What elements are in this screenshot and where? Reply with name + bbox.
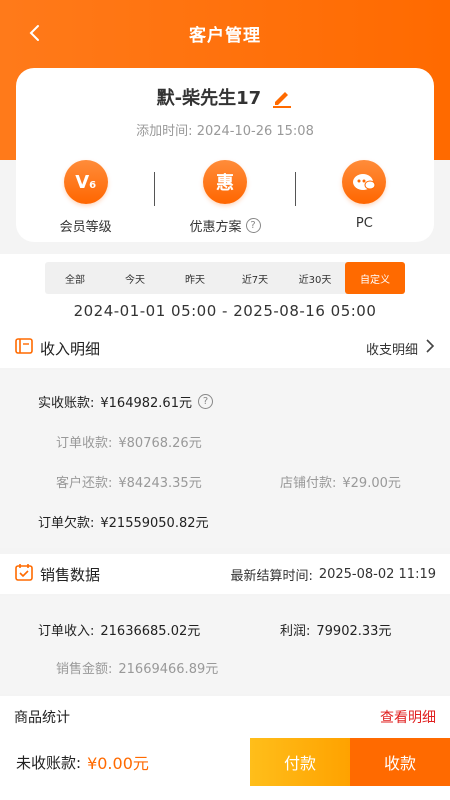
profit-value: 79902.33元 [316, 624, 392, 639]
unpaid-summary: 未收账款: ¥0.00元 [0, 750, 250, 774]
order-income-value: 21636685.02元 [100, 624, 201, 639]
order-arrears-row: 订单欠款: ¥21559050.82元 [38, 512, 209, 531]
settle-time-value: 2025-08-02 11:19 [318, 566, 436, 582]
sales-amount-label: 销售金额: [56, 662, 113, 677]
back-arrow-icon[interactable] [24, 22, 46, 44]
income-doc-icon [14, 336, 34, 360]
actual-receipt-row: 实收账款: ¥164982.61元 ? [38, 392, 213, 411]
help-icon[interactable]: ? [197, 394, 213, 409]
goods-stats-title: 商品统计 [14, 710, 70, 726]
collect-button[interactable]: 收款 [350, 738, 450, 786]
divider [295, 172, 296, 206]
added-time-value: 2024-10-26 15:08 [196, 124, 314, 139]
chevron-right-icon [424, 338, 436, 358]
order-income-row: 订单收入: 21636685.02元 [38, 620, 200, 639]
actual-receipt-label: 实收账款: [38, 396, 95, 411]
tab-all[interactable]: 全部 [45, 262, 105, 294]
settle-time-row: 最新结算时间: 2025-08-02 11:19 [230, 565, 436, 584]
tab-7days[interactable]: 近7天 [225, 262, 285, 294]
customer-name: 默-柴先生17 [156, 88, 262, 109]
order-arrears-label: 订单欠款: [38, 516, 95, 531]
sales-title: 销售数据 [40, 565, 101, 584]
divider [154, 172, 155, 206]
discount-plan-label: 优惠方案 [189, 220, 242, 235]
repayment-label: 客户还款: [56, 476, 113, 491]
pc-avatar[interactable]: PC [295, 160, 434, 235]
tab-custom[interactable]: 自定义 [345, 262, 405, 294]
goods-stats-row: 商品统计 查看明细 [0, 696, 450, 738]
order-receipt-label: 订单收款: [56, 436, 113, 451]
store-payment-label: 店铺付款: [280, 476, 337, 491]
vip-level-icon: V6 [63, 160, 108, 204]
income-detail-link-label: 收支明细 [365, 342, 418, 358]
store-payment-row: 店铺付款: ¥29.00元 [280, 472, 401, 491]
order-arrears-value: ¥21559050.82元 [100, 516, 209, 531]
discount-plan-label-row: 优惠方案 ? [189, 216, 261, 235]
pc-label: PC [355, 216, 373, 231]
home-indicator [0, 786, 450, 800]
profit-label: 利润: [280, 624, 311, 639]
page-title: 客户管理 [189, 25, 261, 46]
repayment-value: ¥84243.35元 [118, 476, 202, 491]
edit-pencil-icon[interactable] [271, 86, 293, 113]
added-time-label: 添加时间: [136, 124, 193, 139]
nav-bar: 客户管理 [0, 0, 450, 66]
settle-time-label: 最新结算时间: [230, 568, 313, 584]
customer-name-row: 默-柴先生17 [16, 84, 434, 113]
income-title: 收入明细 [40, 339, 101, 358]
order-receipt-row: 订单收款: ¥80768.26元 [56, 432, 202, 451]
pay-button[interactable]: 付款 [250, 738, 350, 786]
order-receipt-value: ¥80768.26元 [118, 436, 202, 451]
member-level-label: 会员等级 [59, 220, 112, 235]
pc-avatar-icon [342, 160, 387, 204]
repayment-row: 客户还款: ¥84243.35元 [56, 472, 202, 491]
store-payment-value: ¥29.00元 [342, 476, 401, 491]
income-panel: 实收账款: ¥164982.61元 ? 订单收款: ¥80768.26元 客户还… [0, 370, 450, 548]
sales-amount-value: 21669466.89元 [118, 662, 219, 677]
tab-30days[interactable]: 近30天 [285, 262, 345, 294]
calendar-check-icon [14, 562, 34, 586]
date-tabs: 全部 今天 昨天 近7天 近30天 自定义 [45, 262, 405, 294]
sales-header: 销售数据 最新结算时间: 2025-08-02 11:19 [0, 554, 450, 594]
added-time-row: 添加时间: 2024-10-26 15:08 [16, 120, 434, 139]
income-detail-link[interactable]: 收支明细 [366, 338, 436, 358]
sales-amount-row: 销售金额: 21669466.89元 [56, 658, 218, 677]
customer-card: 默-柴先生17 添加时间: 2024-10-26 15:08 V6 会员等级 惠… [16, 68, 434, 242]
profit-row: 利润: 79902.33元 [280, 620, 391, 639]
order-income-label: 订单收入: [38, 624, 95, 639]
income-header: 收入明细 收支明细 [0, 328, 450, 368]
bottom-bar: 未收账款: ¥0.00元 付款 收款 [0, 738, 450, 786]
view-detail-link[interactable]: 查看明细 [380, 707, 436, 727]
unpaid-value: ¥0.00元 [87, 754, 149, 773]
actual-receipt-value: ¥164982.61元 [100, 396, 192, 411]
badge-row: V6 会员等级 惠 优惠方案 ? PC [16, 160, 434, 235]
date-range[interactable]: 2024-01-01 05:00 - 2025-08-16 05:00 [0, 302, 450, 320]
unpaid-label: 未收账款: [16, 753, 82, 772]
discount-icon: 惠 [202, 160, 247, 204]
member-level[interactable]: V6 会员等级 [16, 160, 155, 235]
discount-plan[interactable]: 惠 优惠方案 ? [155, 160, 294, 235]
tab-yesterday[interactable]: 昨天 [165, 262, 225, 294]
sales-panel: 订单收入: 21636685.02元 利润: 79902.33元 销售金额: 2… [0, 596, 450, 694]
help-icon[interactable]: ? [245, 218, 261, 233]
tab-today[interactable]: 今天 [105, 262, 165, 294]
